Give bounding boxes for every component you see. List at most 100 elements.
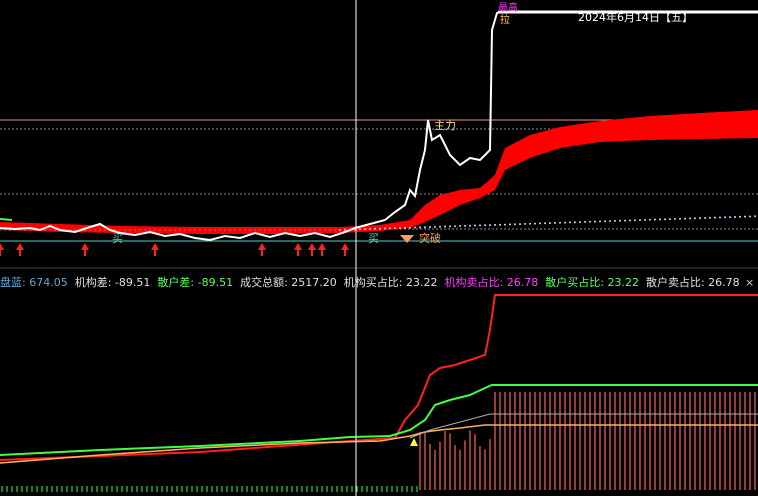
dot-point [754,215,756,218]
dot-point [734,216,736,218]
dot-point [224,229,226,231]
dot-point [514,223,516,226]
dot-point [669,218,671,221]
dot-point [444,225,446,228]
label-mai-left: 买 [112,232,123,245]
dot-point [89,229,91,231]
dot-point [174,229,176,231]
dot-point [289,229,291,231]
label-mai-right: 买 [368,232,379,245]
dot-point [74,229,76,231]
dot-point [29,229,31,231]
dot-point [314,229,316,231]
dot-point [559,221,561,224]
dot-point [594,220,596,223]
dot-point [639,219,641,222]
buy-arrow-icon [0,243,4,256]
dot-point [219,229,221,231]
dot-point [159,229,161,231]
dot-point [104,229,106,231]
dot-point [54,229,56,231]
dot-point [654,218,656,221]
dot-point [454,225,456,228]
buy-arrow-icon [151,243,159,256]
dot-point [384,227,386,230]
dot-point [244,229,246,231]
dot-point [304,229,306,231]
dot-point [469,224,471,227]
dot-point [294,229,296,231]
dot-point [339,229,341,231]
dot-point [609,220,611,223]
dot-point [399,227,401,229]
dot-point [604,220,606,223]
dot-point [484,224,486,227]
legend-value-5: 26.78 [503,276,539,289]
dot-point [539,222,541,225]
buy-arrow-icon [341,243,349,256]
dot-point [274,229,276,231]
dot-point [459,225,461,227]
dot-point [634,219,636,222]
dot-point [324,229,326,231]
dot-point [424,226,426,229]
label-tupo: 突破 [419,232,441,245]
dot-point [44,229,46,231]
dot-point [134,229,136,231]
dot-point [619,219,621,222]
indicator-legend: 盘蓝: 674.05 机构差: -89.51 散户差: -89.51 成交总额: 25… [0,275,747,291]
buy-arrow-icon [294,243,302,256]
dot-point [464,224,466,227]
dot-point [719,216,721,219]
dot-point [374,227,376,230]
label-zhuli: 主力 [434,119,456,132]
dot-point [194,229,196,231]
dot-point [429,226,431,228]
dot-point [99,229,101,231]
legend-key-7: 散户卖占比: [645,276,705,289]
legend-key-3: 成交总额: [240,276,288,289]
buy-arrow-icon [16,243,24,256]
dot-point [709,216,711,219]
dot-point [519,223,521,226]
dot-point [249,229,251,231]
dot-point [344,228,346,231]
dot-point [674,217,676,220]
dot-point [254,229,256,231]
dot-point [259,229,261,231]
dot-point [624,219,626,222]
red-curve [0,294,758,461]
dot-point [264,229,266,231]
buy-arrows [0,243,349,256]
legend-value-1: -89.51 [111,276,151,289]
dot-point [229,229,231,231]
legend-key-4: 机构买占比: [343,276,403,289]
buy-arrow-icon [318,243,326,256]
dot-point [544,222,546,225]
dot-point [664,218,666,221]
breakout-marker [400,235,414,243]
legend-value-0: 674.05 [25,276,68,289]
dot-point [649,218,651,221]
dot-point [404,226,406,229]
buy-arrow-icon [258,243,266,256]
indicator-chart-canvas[interactable] [0,0,758,496]
dot-point [629,219,631,222]
dot-point [209,229,211,231]
dot-point [599,220,601,223]
close-icon[interactable]: × [745,275,754,291]
dot-point [139,229,141,231]
dot-point [584,220,586,223]
lower-marker [410,438,418,446]
dot-point [724,216,726,219]
buy-arrow-icon [308,243,316,256]
legend-key-6: 散户买占比: [545,276,604,289]
dot-point [379,227,381,230]
legend-value-6: 23.22 [603,276,639,289]
orange-curve [0,424,758,464]
grey-curve [409,413,758,439]
dot-point [614,219,616,222]
dot-point [534,222,536,225]
dot-point [269,229,271,231]
buy-arrow-icon [81,243,89,256]
